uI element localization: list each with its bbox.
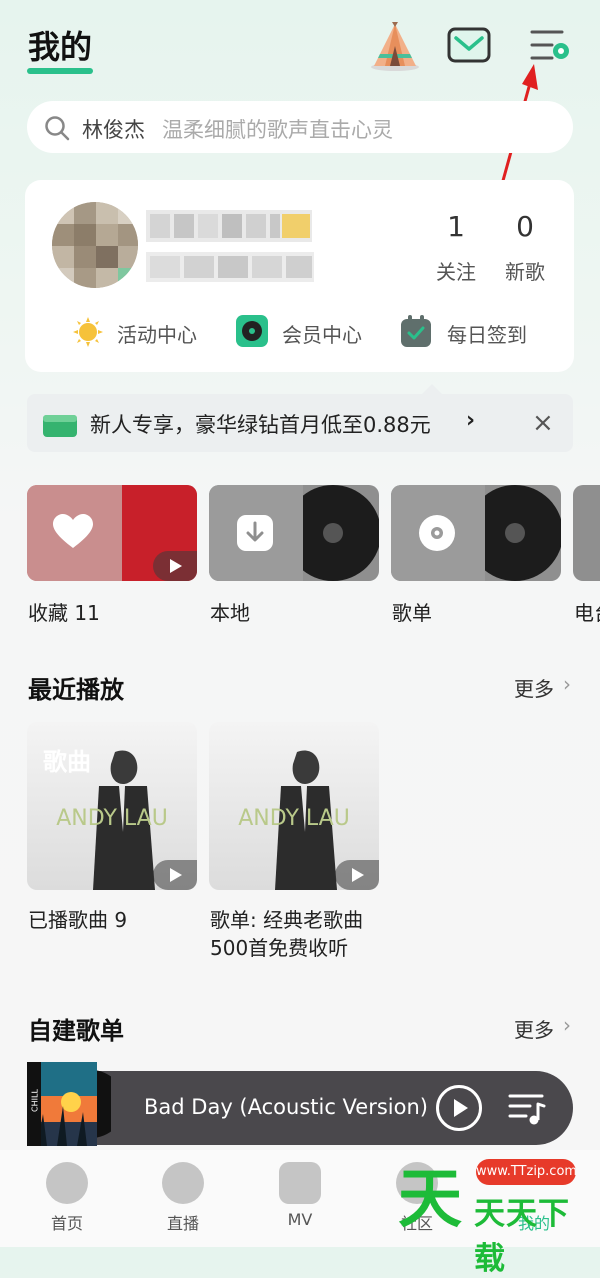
home-icon[interactable] <box>46 1162 88 1204</box>
playlist-icon[interactable] <box>508 1092 546 1126</box>
cover-art-text: ANDY LAU <box>238 806 350 831</box>
recent-item-label: 已播歌曲 9 <box>28 908 128 932</box>
tile-radio[interactable] <box>573 485 600 581</box>
player-album-art[interactable]: CHILL <box>27 1062 111 1146</box>
recent-cover-playlist[interactable]: ANDY LAU <box>209 722 379 890</box>
search-icon <box>45 116 70 141</box>
play-button[interactable] <box>436 1085 482 1131</box>
tab-home[interactable]: 首页 <box>27 1210 107 1234</box>
tile-local-label: 本地 <box>210 601 250 625</box>
username-blurred <box>146 210 312 242</box>
promo-pointer <box>422 384 442 394</box>
search-keyword: 林俊杰 <box>82 118 145 142</box>
cover-overlay-text: 歌曲 <box>43 748 91 776</box>
custom-more-link[interactable]: 更多 <box>514 1014 554 1043</box>
play-icon <box>454 1099 468 1117</box>
chevron-right-icon[interactable]: › <box>563 672 571 696</box>
watermark-text: 天天下载 <box>474 1196 570 1277</box>
player-song-title: Bad Day (Acoustic Version) <box>144 1095 428 1119</box>
play-icon[interactable] <box>335 860 379 890</box>
tile-favorites-label: 收藏 11 <box>28 601 100 625</box>
promo-text: 新人专享，豪华绿钻首月低至0.88元 <box>90 413 431 437</box>
vinyl-player-icon <box>236 315 268 347</box>
following-count[interactable]: 1 <box>426 210 486 243</box>
tile-playlists-label: 歌单 <box>392 601 432 625</box>
video-icon[interactable] <box>279 1162 321 1204</box>
new-songs-label[interactable]: 新歌 <box>495 256 555 285</box>
player-art-label: CHILL <box>30 1089 40 1112</box>
recent-section-title: 最近播放 <box>28 676 124 704</box>
close-icon[interactable]: × <box>532 408 554 438</box>
menu-icon[interactable] <box>528 28 572 64</box>
tile-favorites[interactable] <box>27 485 197 581</box>
calendar-check-icon <box>401 315 431 347</box>
watermark-site: www.TTzip.com <box>476 1159 577 1185</box>
shortcut-activity[interactable]: 活动中心 <box>117 319 197 348</box>
watermark-logo: 天 <box>398 1162 462 1237</box>
recent-more-link[interactable]: 更多 <box>514 673 554 702</box>
recent-item-label: 歌单: 经典老歌曲 <box>210 908 364 932</box>
tile-playlists[interactable] <box>391 485 561 581</box>
recent-item-label-line2: 500首免费收听 <box>210 936 349 960</box>
play-icon[interactable] <box>153 551 197 581</box>
custom-section-title: 自建歌单 <box>28 1017 124 1045</box>
eye-icon[interactable] <box>162 1162 204 1204</box>
tile-local[interactable] <box>209 485 379 581</box>
shortcut-vip[interactable]: 会员中心 <box>282 319 362 348</box>
tent-icon[interactable] <box>368 20 422 72</box>
play-icon[interactable] <box>153 860 197 890</box>
download-icon <box>237 515 273 551</box>
user-info-blurred <box>146 252 314 282</box>
page-title: 我的 <box>28 28 93 66</box>
heart-icon <box>53 514 93 548</box>
title-underline <box>27 68 93 74</box>
avatar[interactable] <box>52 202 138 288</box>
green-diamond-icon <box>43 415 77 437</box>
disc-icon <box>419 515 455 551</box>
chevron-right-icon[interactable]: › <box>466 408 475 433</box>
tile-radio-label: 电台 <box>574 601 600 625</box>
cover-art-text: ANDY LAU <box>56 806 168 831</box>
mail-icon[interactable] <box>447 27 491 63</box>
sun-icon <box>73 317 103 347</box>
recent-cover-songs[interactable]: 歌曲 ANDY LAU <box>27 722 197 890</box>
new-songs-count[interactable]: 0 <box>495 210 555 243</box>
following-label[interactable]: 关注 <box>426 256 486 285</box>
tab-mv[interactable]: MV <box>260 1210 340 1229</box>
chevron-right-icon[interactable]: › <box>563 1013 571 1037</box>
shortcut-checkin[interactable]: 每日签到 <box>447 319 527 348</box>
search-hint: 温柔细腻的歌声直击心灵 <box>162 118 393 142</box>
tab-live[interactable]: 直播 <box>143 1210 223 1234</box>
